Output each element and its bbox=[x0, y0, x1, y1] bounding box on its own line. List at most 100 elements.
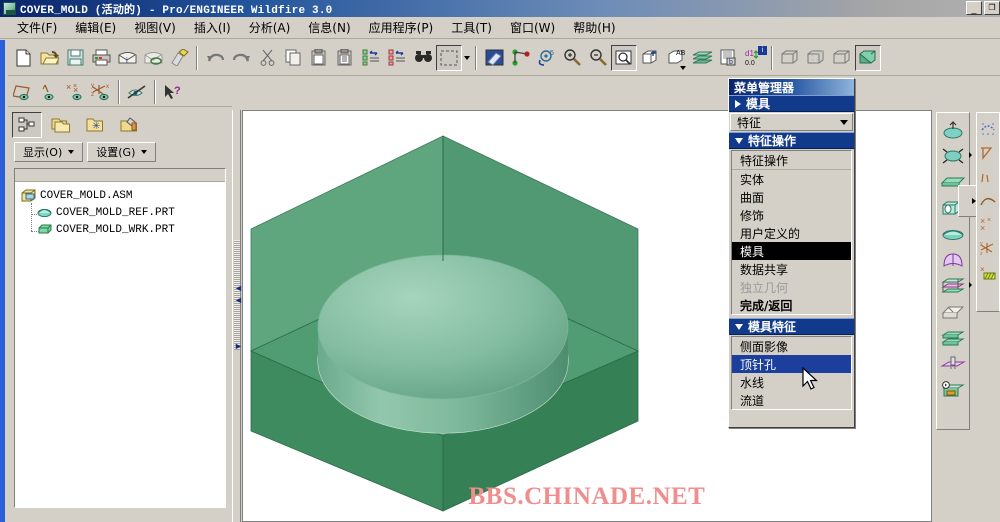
cut-icon[interactable] bbox=[254, 45, 280, 71]
mail-icon[interactable]: i bbox=[114, 45, 140, 71]
select-box-dropdown[interactable] bbox=[462, 45, 471, 71]
mm-panel-feature-ops: 特征操作 实体 曲面 修饰 用户定义的 模具 数据共享 独立几何 完成/返回 bbox=[731, 150, 852, 315]
mm-item-silhouette[interactable]: 侧面影像 bbox=[732, 337, 851, 355]
mm-item-ejector-pin[interactable]: 顶针孔 bbox=[732, 355, 851, 373]
dim-tolerance-icon[interactable]: d1 0.0 i bbox=[741, 45, 767, 71]
view-annotation-icon[interactable]: AB bbox=[663, 45, 689, 71]
spin-center-icon[interactable]: 5 bbox=[533, 45, 559, 71]
mm-item-mold[interactable]: 模具 bbox=[732, 242, 851, 260]
sketch-spline-icon[interactable] bbox=[977, 189, 999, 213]
model-tree-tab[interactable] bbox=[12, 112, 42, 138]
favorites-tab[interactable]: ✳ bbox=[80, 112, 110, 138]
save-icon[interactable] bbox=[62, 45, 88, 71]
mm-group-mold-feature[interactable]: 模具特征 bbox=[729, 318, 854, 335]
mirror-icon[interactable] bbox=[938, 351, 968, 377]
show-dropdown[interactable]: 显示(O) bbox=[14, 142, 84, 162]
mm-combo-feature[interactable]: 特征 bbox=[730, 113, 853, 131]
rib-flyout-arrow[interactable] bbox=[969, 282, 972, 288]
sketch-line-icon[interactable] bbox=[977, 141, 999, 165]
context-help-icon[interactable]: ? bbox=[160, 79, 186, 105]
annotation-off-icon[interactable] bbox=[124, 79, 150, 105]
copy-icon[interactable] bbox=[280, 45, 306, 71]
sketch-hatch-icon[interactable]: × bbox=[977, 261, 999, 285]
menu-edit[interactable]: 编辑(E) bbox=[66, 17, 125, 38]
tree-item-wrk-part[interactable]: COVER_MOLD_WRK.PRT bbox=[15, 221, 225, 238]
rib-icon[interactable] bbox=[938, 273, 972, 299]
zoom-out-icon[interactable] bbox=[585, 45, 611, 71]
saved-view-icon[interactable] bbox=[637, 45, 663, 71]
print-icon[interactable] bbox=[88, 45, 114, 71]
mm-item-solid[interactable]: 实体 bbox=[732, 170, 851, 188]
revolve-flyout-arrow[interactable] bbox=[969, 152, 972, 158]
menu-window[interactable]: 窗口(W) bbox=[501, 17, 564, 38]
layer-icon[interactable] bbox=[689, 45, 715, 71]
menu-file[interactable]: 文件(F) bbox=[8, 17, 66, 38]
refit-icon[interactable] bbox=[611, 44, 637, 71]
model-player-icon[interactable]: b bbox=[715, 45, 741, 71]
tree-item-assembly[interactable]: COVER_MOLD.ASM bbox=[15, 187, 225, 204]
redo-icon[interactable] bbox=[228, 45, 254, 71]
mm-group-mold-label: 模具 bbox=[746, 97, 771, 111]
wireframe-icon[interactable] bbox=[777, 45, 803, 71]
tree-item-ref-part[interactable]: COVER_MOLD_REF.PRT bbox=[15, 204, 225, 221]
mm-item-cosmetic[interactable]: 修饰 bbox=[732, 206, 851, 224]
mm-group-mold[interactable]: 模具 bbox=[729, 95, 854, 112]
datum-display-icon[interactable] bbox=[507, 45, 533, 71]
svg-text:z: z bbox=[91, 92, 94, 98]
shading-icon[interactable] bbox=[855, 44, 881, 71]
revolve-icon[interactable] bbox=[938, 143, 972, 169]
erase-icon[interactable] bbox=[166, 45, 192, 71]
mail-link-icon[interactable] bbox=[140, 45, 166, 71]
extrude-icon[interactable] bbox=[938, 117, 968, 143]
datum-axis-icon[interactable] bbox=[36, 79, 62, 105]
menu-analysis[interactable]: 分析(A) bbox=[240, 17, 300, 38]
mm-item-done-return[interactable]: 完成/返回 bbox=[732, 296, 851, 314]
mm-item-user-defined[interactable]: 用户定义的 bbox=[732, 224, 851, 242]
connections-tab[interactable] bbox=[114, 112, 144, 138]
menu-insert[interactable]: 插入(I) bbox=[185, 17, 240, 38]
regenerate-model-icon[interactable] bbox=[384, 45, 410, 71]
mm-item-data-sharing[interactable]: 数据共享 bbox=[732, 260, 851, 278]
round-icon[interactable] bbox=[938, 221, 968, 247]
sketch-point-icon[interactable]: × × × bbox=[977, 213, 999, 237]
model-tree-icon bbox=[18, 117, 35, 132]
menu-view[interactable]: 视图(V) bbox=[125, 17, 185, 38]
mm-group-feature-ops[interactable]: 特征操作 bbox=[729, 132, 854, 149]
mm-item-runner[interactable]: 流道 bbox=[732, 391, 851, 409]
mm-item-surface[interactable]: 曲面 bbox=[732, 188, 851, 206]
hidden-line-icon[interactable] bbox=[803, 45, 829, 71]
minimize-button[interactable]: _ bbox=[966, 1, 982, 15]
model-player-icon[interactable] bbox=[938, 377, 968, 403]
menu-tools[interactable]: 工具(T) bbox=[442, 17, 501, 38]
paste-special-icon[interactable] bbox=[332, 45, 358, 71]
draft-icon[interactable] bbox=[938, 299, 968, 325]
new-icon[interactable] bbox=[10, 45, 36, 71]
paste-icon[interactable] bbox=[306, 45, 332, 71]
sketch-csys-icon[interactable]: yz bbox=[977, 237, 999, 261]
navigator-splitter[interactable]: ◄ ◄ ► bbox=[232, 110, 243, 522]
menu-info[interactable]: 信息(N) bbox=[299, 17, 359, 38]
pattern-icon[interactable] bbox=[938, 325, 968, 351]
sketch-arc-icon[interactable] bbox=[977, 165, 999, 189]
settings-dropdown[interactable]: 设置(G) bbox=[87, 142, 157, 162]
no-hidden-icon[interactable] bbox=[829, 45, 855, 71]
zoom-in-icon[interactable] bbox=[559, 45, 585, 71]
maximize-button[interactable]: ❐ bbox=[984, 1, 1000, 15]
find-icon[interactable] bbox=[410, 45, 436, 71]
datum-plane-icon[interactable] bbox=[10, 79, 36, 105]
model-tree-listbox[interactable]: COVER_MOLD.ASM COVER_MOLD_REF.PRT COVER_… bbox=[14, 168, 226, 508]
menu-application[interactable]: 应用程序(P) bbox=[360, 17, 443, 38]
folder-browser-tab[interactable] bbox=[46, 112, 76, 138]
menu-help[interactable]: 帮助(H) bbox=[564, 17, 624, 38]
datum-point-icon[interactable]: × × × bbox=[62, 79, 88, 105]
regenerate-icon[interactable] bbox=[358, 45, 384, 71]
mm-item-waterline[interactable]: 水线 bbox=[732, 373, 851, 391]
open-icon[interactable] bbox=[36, 45, 62, 71]
sketch-grid-icon[interactable] bbox=[977, 117, 999, 141]
shell-icon[interactable] bbox=[938, 247, 968, 273]
datum-csys-icon[interactable]: y x z bbox=[88, 79, 114, 105]
repaint-icon[interactable] bbox=[481, 45, 507, 71]
select-box-icon[interactable] bbox=[436, 44, 462, 71]
undo-icon[interactable] bbox=[202, 45, 228, 71]
settings-dropdown-label: 设置(G) bbox=[96, 146, 136, 159]
